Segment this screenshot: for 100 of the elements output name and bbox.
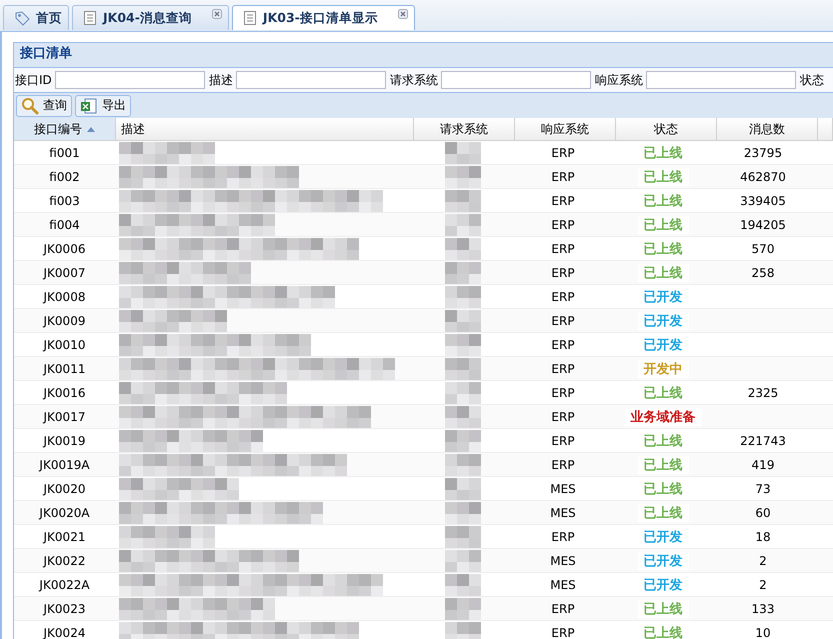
status-label: 已上线	[638, 504, 688, 522]
table-cell-text: ERP	[550, 360, 576, 378]
table-cell-text: JK0023	[42, 600, 86, 618]
table-cell-text: ERP	[550, 264, 576, 282]
table-cell-text: JK0019A	[38, 456, 91, 474]
table-cell-text: JK0020A	[38, 504, 91, 522]
table-cell-text: ERP	[550, 384, 576, 402]
status-label: 已开发	[638, 552, 688, 570]
table-cell-text: JK0024	[42, 624, 86, 639]
input-field[interactable]	[236, 71, 386, 89]
status-label: 业务域准备	[624, 408, 702, 426]
table-cell: 133	[752, 602, 774, 616]
pixelated-text	[445, 382, 481, 404]
table-cell-text: fi004	[48, 216, 81, 234]
table-cell-text: ERP	[550, 192, 576, 210]
tab[interactable]: JK03-接口清单显示	[232, 5, 415, 30]
table-cell-text: ERP	[550, 168, 576, 186]
table-cell-text: ERP	[550, 456, 576, 474]
field-label: 响应系统	[594, 72, 643, 88]
table-cell: 2325	[748, 386, 778, 400]
table-cell: 60	[755, 506, 771, 520]
pixelated-text	[445, 334, 481, 356]
pixelated-text	[445, 262, 481, 284]
table-cell-text: JK0020	[42, 480, 86, 498]
panel-title: 接口清单	[14, 43, 833, 68]
table-cell-text: JK0016	[42, 384, 86, 402]
table-cell-text: JK0019	[42, 432, 86, 450]
pixelated-text	[445, 454, 481, 476]
column-header[interactable]: 状态	[616, 118, 717, 140]
pixelated-text	[445, 166, 481, 188]
table-cell-text: JK0009	[42, 312, 86, 330]
status-label: 已上线	[638, 264, 688, 282]
status-label: 已上线	[638, 168, 688, 186]
document-icon	[242, 10, 257, 26]
table-cell: 2	[759, 578, 767, 592]
input-field[interactable]	[54, 71, 205, 89]
table-cell-text: JK0007	[42, 264, 86, 282]
table-cell-text: fi003	[48, 192, 81, 210]
close-icon[interactable]	[398, 9, 408, 19]
table-cell-text: JK0021	[42, 528, 86, 546]
close-icon[interactable]	[212, 9, 222, 19]
column-header[interactable]: 响应系统	[515, 118, 616, 140]
table-cell: 2	[759, 554, 767, 568]
pixelated-text	[445, 502, 481, 524]
table-cell-text: ERP	[550, 312, 576, 330]
input-field[interactable]	[646, 71, 796, 89]
pixelated-text	[445, 238, 481, 260]
field-label: 接口ID	[15, 72, 52, 88]
pixelated-text	[445, 406, 481, 428]
table-cell-text: JK0010	[42, 336, 86, 354]
table-cell-text: ERP	[550, 624, 576, 639]
search-button[interactable]: 查询	[16, 94, 72, 116]
column-header[interactable]: 接口编号	[14, 118, 116, 140]
table-cell-text: ERP	[550, 528, 576, 546]
export-button[interactable]: 导出	[75, 94, 131, 116]
table-cell-text: ERP	[550, 600, 576, 618]
table-cell-text: JK0011	[42, 360, 86, 378]
field-label: 描述	[208, 72, 233, 88]
table-cell: 339405	[740, 194, 786, 208]
pixelated-text	[445, 310, 481, 332]
status-label: 已上线	[638, 456, 688, 474]
table-cell: 258	[752, 266, 774, 280]
tab[interactable]: 首页	[3, 5, 69, 30]
status-label: 已上线	[638, 216, 688, 234]
table-cell-text: ERP	[550, 336, 576, 354]
pixelated-text	[445, 526, 481, 548]
document-icon	[83, 10, 97, 26]
table-cell-text: ERP	[550, 408, 576, 426]
field-label: 请求系统	[390, 72, 438, 88]
table-cell-text: ERP	[550, 288, 576, 306]
pixelated-text	[445, 358, 481, 380]
input-field[interactable]	[440, 71, 591, 89]
table-cell-text: MES	[549, 504, 577, 522]
table-cell-text: MES	[549, 552, 577, 570]
table-cell: 570	[752, 242, 774, 256]
column-header[interactable]: 请求系统	[414, 118, 515, 140]
status-label: 已上线	[638, 600, 688, 618]
spreadsheet-icon	[80, 96, 98, 114]
table-cell-text: JK0022	[42, 552, 86, 570]
table-cell: 73	[755, 482, 771, 496]
pixelated-text	[445, 286, 481, 308]
table-cell: 23795	[744, 146, 782, 160]
pixelated-text	[445, 598, 481, 620]
table-cell: 419	[752, 458, 774, 472]
table-cell-text: JK0022A	[38, 576, 91, 594]
status-label: 已开发	[638, 312, 688, 330]
table-cell-text: ERP	[550, 144, 576, 162]
table-cell-text: ERP	[550, 240, 576, 258]
table-cell-text: ERP	[550, 432, 576, 450]
pixelated-text	[445, 550, 481, 572]
column-header[interactable]: 消息数	[717, 118, 818, 140]
field-label: 状态	[800, 72, 824, 88]
table-cell-text: ERP	[550, 216, 576, 234]
pixelated-text	[445, 214, 481, 236]
column-header[interactable]: 描述	[116, 118, 414, 140]
table-cell-text: fi001	[48, 144, 81, 162]
tab[interactable]: JK04-消息查询	[72, 5, 229, 30]
table-cell-text: JK0006	[42, 240, 86, 258]
table-cell-text: MES	[549, 576, 577, 594]
table-cell: 18	[755, 530, 771, 544]
